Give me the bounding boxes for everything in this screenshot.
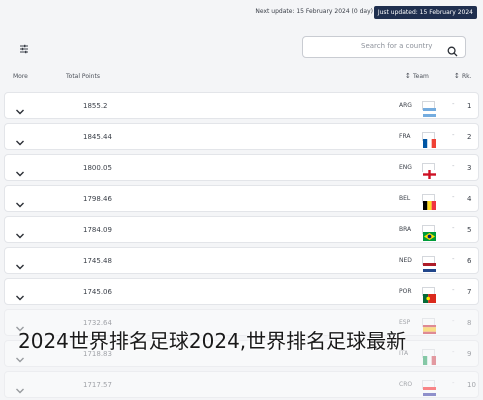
top-bar: Next update: 15 February 2024 (0 day) Ju… bbox=[0, 0, 483, 24]
rank-change-indicator: - bbox=[452, 286, 455, 294]
chevron-down-icon[interactable] bbox=[15, 101, 25, 115]
team-code: FRA bbox=[399, 133, 411, 140]
belgium-flag-icon bbox=[422, 194, 436, 210]
search-input[interactable]: Search for a country bbox=[302, 36, 466, 58]
brazil-flag-icon bbox=[422, 225, 436, 241]
rank-change-indicator: - bbox=[452, 162, 455, 170]
rank-number: 2 bbox=[467, 133, 472, 141]
rank-number: 7 bbox=[467, 288, 472, 296]
table-row[interactable]: 1800.05 ENG - 3 bbox=[4, 154, 479, 181]
search-placeholder: Search for a country bbox=[361, 42, 433, 50]
search-icon[interactable] bbox=[447, 42, 458, 57]
filter-sliders-icon[interactable] bbox=[18, 40, 30, 54]
table-row[interactable]: 1855.2 ARG - 1 bbox=[4, 92, 479, 119]
sort-icon[interactable]: ↕ bbox=[405, 72, 411, 80]
table-header: More Total Points ↕ Team ↕ Rk. bbox=[0, 72, 483, 87]
rank-change-indicator: - bbox=[452, 255, 455, 263]
table-row[interactable]: 1845.44 FRA - 2 bbox=[4, 123, 479, 150]
next-update-text: Next update: 15 February 2024 (0 day) bbox=[255, 8, 373, 15]
chevron-down-icon[interactable] bbox=[15, 225, 25, 239]
toolbar: Search for a country bbox=[0, 30, 483, 62]
chevron-down-icon[interactable] bbox=[15, 256, 25, 270]
chevron-down-icon[interactable] bbox=[15, 132, 25, 146]
table-row[interactable]: 1745.06 POR - 7 bbox=[4, 278, 479, 305]
column-header-team[interactable]: Team bbox=[413, 73, 429, 80]
team-code: NED bbox=[399, 257, 412, 264]
rank-number: 1 bbox=[467, 102, 472, 110]
chevron-down-icon[interactable] bbox=[15, 380, 25, 394]
rank-change-indicator: - bbox=[452, 379, 455, 387]
total-points: 1745.48 bbox=[83, 257, 112, 265]
rank-change-indicator: - bbox=[452, 100, 455, 108]
chevron-down-icon[interactable] bbox=[15, 194, 25, 208]
total-points: 1717.57 bbox=[83, 381, 112, 389]
croatia-flag-icon bbox=[422, 380, 436, 396]
sort-icon[interactable]: ↕ bbox=[454, 72, 460, 80]
team-code: ARG bbox=[399, 102, 412, 109]
total-points: 1798.46 bbox=[83, 195, 112, 203]
portugal-flag-icon bbox=[422, 287, 436, 303]
netherlands-flag-icon bbox=[422, 256, 436, 272]
total-points: 1845.44 bbox=[83, 133, 112, 141]
rank-number: 4 bbox=[467, 195, 472, 203]
total-points: 1784.09 bbox=[83, 226, 112, 234]
table-row[interactable]: 1717.57 CRO - 10 bbox=[4, 371, 479, 398]
column-header-total-points[interactable]: Total Points bbox=[66, 73, 100, 80]
rank-number: 6 bbox=[467, 257, 472, 265]
rank-number: 3 bbox=[467, 164, 472, 172]
rank-number: 5 bbox=[467, 226, 472, 234]
table-row[interactable]: 1784.09 BRA - 5 bbox=[4, 216, 479, 243]
rank-change-indicator: - bbox=[452, 224, 455, 232]
chevron-down-icon[interactable] bbox=[15, 163, 25, 177]
france-flag-icon bbox=[422, 132, 436, 148]
chevron-down-icon[interactable] bbox=[15, 287, 25, 301]
total-points: 1855.2 bbox=[83, 102, 108, 110]
team-code: ENG bbox=[399, 164, 412, 171]
just-updated-badge: Just updated: 15 February 2024 bbox=[373, 6, 477, 19]
table-row[interactable]: 1798.46 BEL - 4 bbox=[4, 185, 479, 212]
column-header-more: More bbox=[13, 73, 28, 80]
team-code: CRO bbox=[399, 381, 413, 388]
overlay-caption: 2024世界排名足球2024,世界排名足球最新 bbox=[18, 329, 407, 353]
rank-number: 10 bbox=[467, 381, 476, 389]
team-code: BEL bbox=[399, 195, 411, 202]
rank-change-indicator: - bbox=[452, 131, 455, 139]
argentina-flag-icon bbox=[422, 101, 436, 117]
total-points: 1800.05 bbox=[83, 164, 112, 172]
team-code: POR bbox=[399, 288, 412, 295]
england-flag-icon bbox=[422, 163, 436, 179]
column-header-rank[interactable]: Rk. bbox=[462, 73, 472, 80]
total-points: 1745.06 bbox=[83, 288, 112, 296]
team-code: BRA bbox=[399, 226, 412, 233]
rank-change-indicator: - bbox=[452, 193, 455, 201]
table-row[interactable]: 1745.48 NED - 6 bbox=[4, 247, 479, 274]
